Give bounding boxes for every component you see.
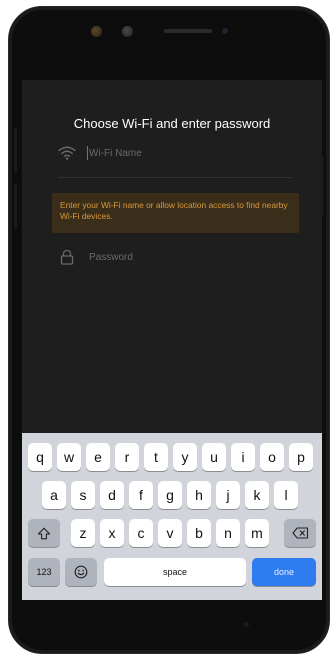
key-t[interactable]: t (144, 443, 168, 471)
wifi-name-input[interactable]: Wi-Fi Name (52, 142, 292, 166)
key-l[interactable]: l (274, 481, 298, 509)
wifi-name-placeholder: Wi-Fi Name (89, 148, 142, 159)
password-input[interactable]: Password (52, 246, 292, 270)
key-x[interactable]: x (100, 519, 124, 547)
proximity-sensor (222, 28, 228, 34)
on-screen-keyboard: q w e r t y u i o p a s d f g h j k l z … (22, 433, 322, 600)
front-camera (91, 26, 102, 37)
text-caret (87, 146, 88, 160)
wifi-input-underline (58, 177, 292, 178)
location-notice-text: Enter your Wi-Fi name or allow location … (60, 200, 288, 221)
shift-key[interactable] (28, 519, 60, 547)
numbers-key[interactable]: 123 (28, 558, 60, 586)
key-s[interactable]: s (71, 481, 95, 509)
key-y[interactable]: y (173, 443, 197, 471)
space-key[interactable]: space (104, 558, 246, 586)
shift-icon (37, 527, 51, 539)
delete-icon (291, 527, 308, 539)
key-w[interactable]: w (57, 443, 81, 471)
lock-icon (60, 249, 74, 265)
emoji-icon (74, 565, 88, 579)
key-g[interactable]: g (158, 481, 182, 509)
key-d[interactable]: d (100, 481, 124, 509)
location-notice: Enter your Wi-Fi name or allow location … (52, 193, 299, 233)
key-e[interactable]: e (86, 443, 110, 471)
key-m[interactable]: m (245, 519, 269, 547)
key-b[interactable]: b (187, 519, 211, 547)
key-h[interactable]: h (187, 481, 211, 509)
page-title: Choose Wi-Fi and enter password (73, 116, 271, 131)
key-n[interactable]: n (216, 519, 240, 547)
key-k[interactable]: k (245, 481, 269, 509)
key-q[interactable]: q (28, 443, 52, 471)
done-key[interactable]: done (252, 558, 316, 586)
app-screen: Choose Wi-Fi and enter password Wi-Fi Na… (22, 80, 322, 600)
bottom-sensor (244, 622, 249, 627)
key-i[interactable]: i (231, 443, 255, 471)
key-u[interactable]: u (202, 443, 226, 471)
front-sensor (122, 26, 133, 37)
key-r[interactable]: r (115, 443, 139, 471)
emoji-key[interactable] (65, 558, 97, 586)
key-o[interactable]: o (260, 443, 284, 471)
key-p[interactable]: p (289, 443, 313, 471)
key-z[interactable]: z (71, 519, 95, 547)
key-j[interactable]: j (216, 481, 240, 509)
earpiece-speaker (164, 29, 212, 33)
key-f[interactable]: f (129, 481, 153, 509)
volume-up-button (14, 127, 17, 173)
key-v[interactable]: v (158, 519, 182, 547)
key-a[interactable]: a (42, 481, 66, 509)
delete-key[interactable] (284, 519, 316, 547)
password-placeholder: Password (89, 252, 133, 263)
volume-down-button (14, 183, 17, 229)
wifi-icon (58, 146, 76, 160)
key-c[interactable]: c (129, 519, 153, 547)
